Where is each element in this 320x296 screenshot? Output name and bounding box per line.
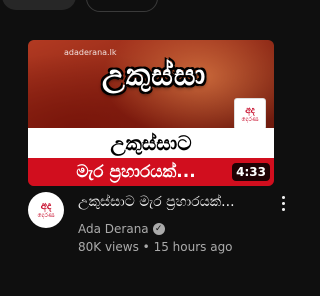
caption-red-text: මැර ප්‍රහාරයක්... [76,162,196,182]
verified-check-icon: ✓ [152,223,165,235]
channel-avatar[interactable]: අද දෙරණ [28,192,64,228]
view-count: 80K views [78,240,139,254]
more-vert-icon[interactable] [276,192,290,214]
avatar-subtext: දෙරණ [37,212,55,219]
thumbnail-watermark: adaderana.lk [64,48,117,57]
channel-name[interactable]: Ada Derana [78,222,149,236]
logo-text: අද [245,105,255,116]
caption-white-text: උකුස්සාට [110,131,192,155]
video-stats: 80K views • 15 hours ago [78,240,233,254]
logo-subtext: දෙරණ [241,115,259,123]
thumbnail-caption-white: උකුස්සාට [28,128,274,158]
channel-name-row: Ada Derana ✓ [78,222,165,236]
stats-separator: • [142,240,150,254]
video-thumbnail[interactable]: adaderana.lk උකුස්සා අද දෙරණ උකුස්සාට මැ… [28,40,274,186]
upload-time: 15 hours ago [153,240,233,254]
duration-badge: 4:33 [232,163,270,181]
filter-chips-bar [0,0,302,14]
filter-chip[interactable] [2,0,76,10]
video-metadata: අද දෙරණ උකුස්සාට මැර ප්‍රහාරයක්... Ada D… [28,192,290,262]
avatar-text: අද [40,201,52,212]
filter-chip[interactable] [86,0,158,12]
thumbnail-headline: උකුස්සා [102,58,207,93]
video-title[interactable]: උකුස්සාට මැර ප්‍රහාරයක්... [78,194,274,210]
channel-logo-thumbnail: අද දෙරණ [234,98,266,130]
